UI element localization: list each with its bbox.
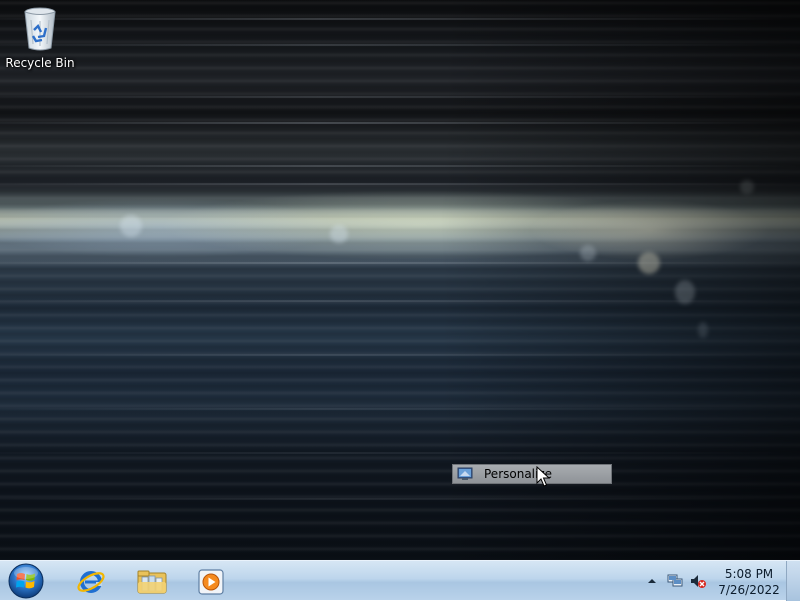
show-hidden-icons-arrow-icon[interactable] [644,573,660,589]
wallpaper-streak [0,18,800,20]
taskbar-button-internet-explorer[interactable] [66,564,116,598]
wallpaper-streak [0,452,800,454]
wallpaper-bokeh [120,215,142,237]
wallpaper-streak [0,44,800,46]
wallpaper-streak [0,408,800,410]
network-icon[interactable] [667,573,683,589]
wallpaper-streak [0,96,800,98]
wallpaper-bokeh [675,280,695,304]
show-desktop-button[interactable] [786,561,800,601]
clock-time: 5:08 PM [724,567,774,581]
wallpaper-streak [0,165,800,167]
wallpaper-bokeh [698,322,708,338]
taskbar-button-windows-explorer[interactable] [126,564,176,598]
wallpaper-streak [0,498,800,500]
context-menu-item-personalize[interactable]: Personalize [452,464,612,484]
taskbar: 5:08 PM 7/26/2022 [0,560,800,601]
internet-explorer-icon [77,571,105,593]
recycle-bin-label: Recycle Bin [5,56,75,70]
mouse-cursor-icon [536,466,550,487]
wallpaper-streak [0,122,800,124]
taskbar-button-media-player[interactable] [186,564,236,598]
folder-library-icon [137,570,167,594]
clock-date: 7/26/2022 [718,583,780,597]
taskbar-clock[interactable]: 5:08 PM 7/26/2022 [704,566,794,598]
wallpaper-streak [0,354,800,356]
windows-start-orb-icon[interactable] [6,561,46,601]
wallpaper-bokeh [580,245,596,261]
desktop-icon-recycle-bin[interactable]: Recycle Bin [4,6,76,70]
wallpaper-streak [0,262,800,264]
wallpaper-bokeh [330,225,348,243]
recycle-bin-icon [24,7,56,51]
wallpaper-bokeh [638,252,660,274]
wallpaper-bokeh [740,180,754,194]
personalize-icon [457,467,473,480]
wallpaper-streak [0,183,800,185]
desktop-background[interactable]: Recycle Bin Personalize [0,0,800,560]
media-player-icon [198,569,224,595]
